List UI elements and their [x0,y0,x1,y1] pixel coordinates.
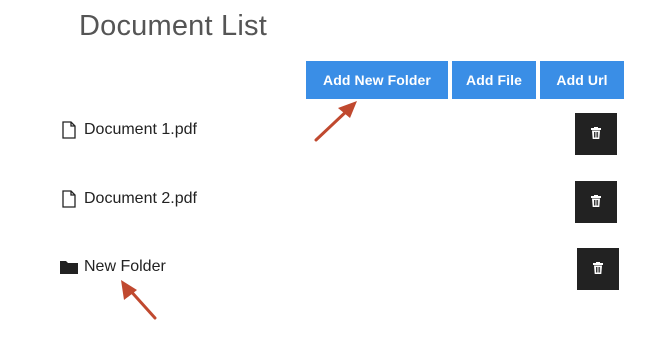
file-icon [60,121,78,139]
arrow-to-add-folder-icon [314,101,357,142]
delete-button[interactable] [575,181,617,223]
folder-name[interactable]: New Folder [84,258,166,276]
document-name[interactable]: Document 2.pdf [84,190,197,208]
trash-icon [593,261,603,277]
arrow-to-new-folder-icon [121,280,157,320]
add-url-button[interactable]: Add Url [540,61,624,99]
page-title: Document List [79,10,267,42]
delete-button[interactable] [577,248,619,290]
document-name[interactable]: Document 1.pdf [84,121,197,139]
annotation-arrows [121,101,357,320]
file-icon [60,190,78,208]
add-file-button[interactable]: Add File [452,61,536,99]
list-item[interactable]: New Folder [60,258,166,276]
toolbar: Add New Folder Add File Add Url [306,61,624,99]
trash-icon [591,126,601,142]
list-item[interactable]: Document 2.pdf [60,190,197,208]
add-new-folder-button[interactable]: Add New Folder [306,61,448,99]
list-item[interactable]: Document 1.pdf [60,121,197,139]
folder-icon [60,258,78,276]
trash-icon [591,194,601,210]
delete-button[interactable] [575,113,617,155]
